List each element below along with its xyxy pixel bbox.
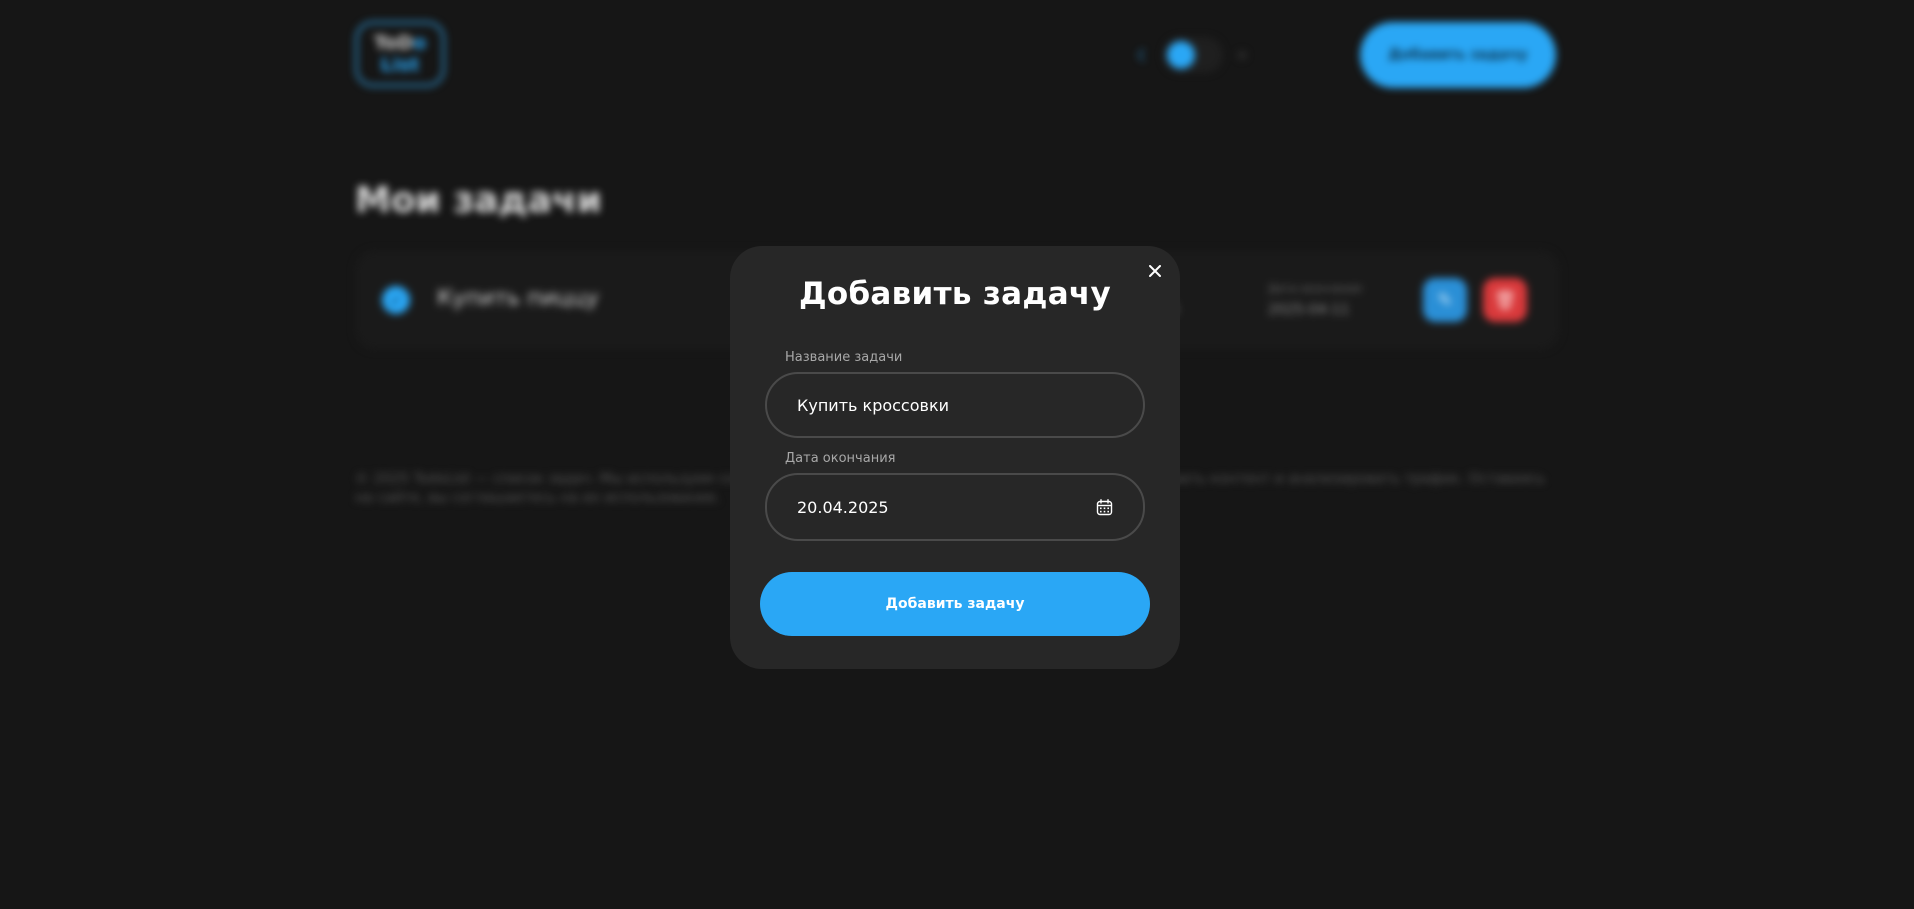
due-date-input[interactable] xyxy=(797,497,1095,517)
edit-icon: ✎ xyxy=(1437,289,1453,311)
task-name-field[interactable] xyxy=(765,372,1145,438)
task-name: Купить пиццу xyxy=(437,286,599,311)
task-due-value: 2025-04-11 xyxy=(1268,302,1350,318)
logo[interactable]: ToDo List xyxy=(355,21,445,87)
check-icon: ✓ xyxy=(389,290,403,310)
trash-icon: 🗑 xyxy=(1493,289,1517,311)
sun-icon: ☀ xyxy=(1234,45,1250,65)
delete-task-button[interactable]: 🗑 xyxy=(1483,278,1527,322)
calendar-icon xyxy=(1096,498,1112,515)
task-checkbox[interactable]: ✓ xyxy=(382,286,410,314)
due-date-field[interactable] xyxy=(765,473,1145,541)
moon-icon: ☾ xyxy=(1136,45,1152,65)
logo-text-accent: o xyxy=(413,32,427,54)
calendar-button[interactable] xyxy=(1095,498,1113,516)
edit-task-button[interactable]: ✎ xyxy=(1423,278,1467,322)
due-date-label: Дата окончания xyxy=(785,451,896,466)
task-name-input[interactable] xyxy=(797,395,1113,415)
theme-toggle[interactable]: ☾ ☀ xyxy=(1135,36,1265,74)
add-task-modal: Добавить задачу Название задачи Дата око… xyxy=(730,246,1180,669)
add-task-header-button[interactable]: Добавить задачу xyxy=(1360,22,1556,88)
modal-title: Добавить задачу xyxy=(798,276,1112,312)
logo-text-main: ToD xyxy=(373,32,414,54)
task-name-label: Название задачи xyxy=(785,350,903,365)
task-due-label: Дата окончания xyxy=(1268,282,1362,295)
theme-toggle-track[interactable] xyxy=(1163,37,1223,73)
logo-text-list: List xyxy=(380,54,420,76)
submit-add-task-button[interactable]: Добавить задачу xyxy=(760,572,1150,636)
theme-toggle-knob xyxy=(1167,41,1195,69)
page-title: Мои задачи xyxy=(355,180,602,221)
